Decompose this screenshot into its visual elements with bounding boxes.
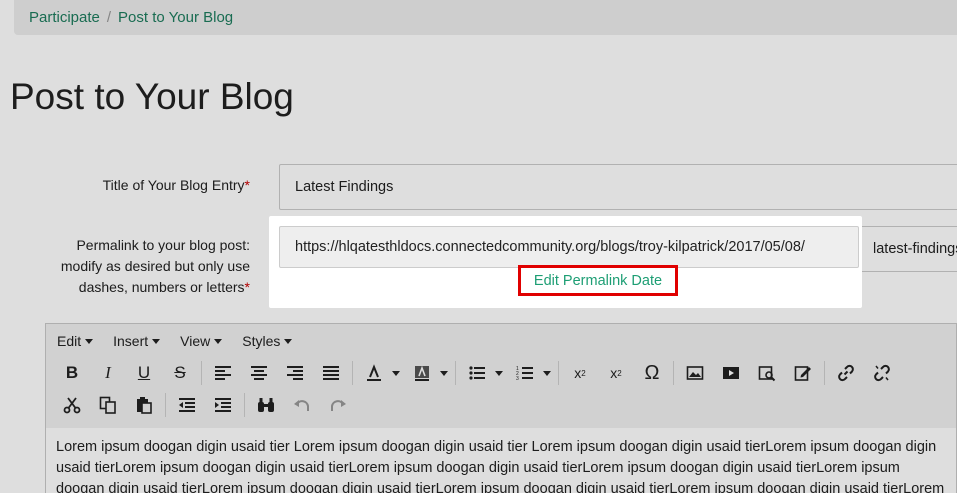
strikethrough-icon[interactable]: S	[168, 361, 192, 385]
superscript-icon[interactable]: x2	[604, 361, 628, 385]
breadcrumb-current[interactable]: Post to Your Blog	[118, 9, 233, 26]
align-right-icon[interactable]	[283, 361, 307, 385]
title-label: Title of Your Blog Entry*	[102, 177, 250, 193]
align-left-icon[interactable]	[211, 361, 235, 385]
toolbar-divider	[352, 361, 353, 385]
chevron-down-icon	[85, 339, 94, 345]
align-justify-icon[interactable]	[319, 361, 343, 385]
align-center-icon[interactable]	[247, 361, 271, 385]
chevron-down-icon[interactable]	[543, 370, 551, 376]
toolbar-divider	[455, 361, 456, 385]
breadcrumb-participate[interactable]: Participate	[29, 9, 100, 26]
toolbar-divider	[165, 393, 166, 417]
permalink-label: Permalink to your blog post: modify as d…	[60, 237, 250, 295]
indent-icon[interactable]	[211, 393, 235, 417]
copy-icon[interactable]	[96, 393, 120, 417]
svg-text:3: 3	[516, 376, 519, 382]
menu-styles[interactable]: Styles	[242, 333, 293, 349]
permalink-base: https://hlqatesthldocs.connectedcommunit…	[279, 226, 859, 268]
toolbar-row-1: B I U S 123 x2 x2 Ω	[46, 357, 956, 389]
subscript-icon[interactable]: x2	[568, 361, 592, 385]
permalink-slug-input[interactable]: latest-findings	[860, 226, 957, 272]
background-color-icon[interactable]	[410, 361, 434, 385]
media-icon[interactable]	[719, 361, 743, 385]
breadcrumb-separator: /	[106, 9, 112, 26]
bold-icon[interactable]: B	[60, 361, 84, 385]
toolbar-divider	[244, 393, 245, 417]
toolbar-row-2	[46, 389, 956, 421]
find-replace-icon[interactable]	[254, 393, 278, 417]
rich-text-editor: Edit Insert View Styles B I U S 123 x2 x…	[45, 323, 957, 493]
breadcrumb: Participate / Post to Your Blog	[14, 0, 957, 35]
editor-menubar: Edit Insert View Styles	[46, 324, 956, 357]
browse-files-icon[interactable]	[755, 361, 779, 385]
chevron-down-icon[interactable]	[495, 370, 503, 376]
edit-icon[interactable]	[791, 361, 815, 385]
menu-view[interactable]: View	[180, 333, 223, 349]
link-icon[interactable]	[834, 361, 858, 385]
numbered-list-icon[interactable]: 123	[513, 361, 537, 385]
chevron-down-icon	[214, 339, 223, 345]
chevron-down-icon	[284, 339, 293, 345]
menu-insert[interactable]: Insert	[113, 333, 161, 349]
special-character-icon[interactable]: Ω	[640, 361, 664, 385]
chevron-down-icon	[152, 339, 161, 345]
menu-edit[interactable]: Edit	[57, 333, 94, 349]
toolbar-divider	[673, 361, 674, 385]
chevron-down-icon[interactable]	[392, 370, 400, 376]
paste-icon[interactable]	[132, 393, 156, 417]
image-icon[interactable]	[683, 361, 707, 385]
text-color-icon[interactable]	[362, 361, 386, 385]
toolbar-divider	[558, 361, 559, 385]
underline-icon[interactable]: U	[132, 361, 156, 385]
title-input[interactable]: Latest Findings	[279, 164, 957, 210]
outdent-icon[interactable]	[175, 393, 199, 417]
editor-content[interactable]: Lorem ipsum doogan digin usaid tier Lore…	[46, 428, 956, 493]
chevron-down-icon[interactable]	[440, 370, 448, 376]
undo-icon[interactable]	[290, 393, 314, 417]
toolbar-divider	[201, 361, 202, 385]
cut-icon[interactable]	[60, 393, 84, 417]
toolbar-divider	[824, 361, 825, 385]
bullet-list-icon[interactable]	[465, 361, 489, 385]
edit-permalink-date-link[interactable]: Edit Permalink Date	[518, 265, 678, 296]
unlink-icon[interactable]	[870, 361, 894, 385]
redo-icon[interactable]	[326, 393, 350, 417]
italic-icon[interactable]: I	[96, 361, 120, 385]
page-title: Post to Your Blog	[10, 76, 294, 117]
